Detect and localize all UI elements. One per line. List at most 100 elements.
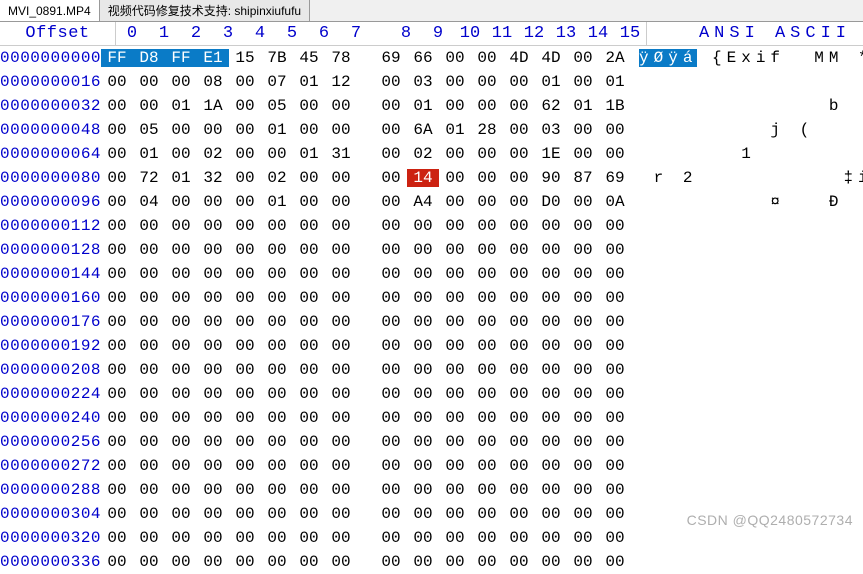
hex-cell[interactable]: 00 — [439, 529, 471, 547]
hex-cell[interactable]: 00 — [261, 481, 293, 499]
hex-cell[interactable]: 00 — [293, 457, 325, 475]
hex-row[interactable]: 0000000192000000000000000000000000000000… — [0, 334, 863, 358]
hex-cell[interactable]: 00 — [133, 529, 165, 547]
hex-row[interactable]: 0000000288000000000000000000000000000000… — [0, 478, 863, 502]
hex-cell[interactable]: 00 — [133, 313, 165, 331]
hex-cell[interactable]: 00 — [101, 121, 133, 139]
hex-row[interactable]: 0000000256000000000000000000000000000000… — [0, 430, 863, 454]
hex-cell[interactable]: 00 — [439, 193, 471, 211]
hex-cell[interactable]: 00 — [229, 289, 261, 307]
hex-cell[interactable]: 00 — [101, 337, 133, 355]
hex-cell[interactable]: 00 — [439, 73, 471, 91]
hex-cell[interactable]: 00 — [503, 505, 535, 523]
hex-cell[interactable]: 00 — [165, 409, 197, 427]
ascii-cell[interactable] — [631, 409, 863, 427]
hex-cell[interactable]: 00 — [567, 313, 599, 331]
hex-cell[interactable]: 00 — [567, 217, 599, 235]
hex-cell[interactable]: 00 — [197, 457, 229, 475]
hex-cell[interactable]: 00 — [375, 481, 407, 499]
hex-row[interactable]: 0000000272000000000000000000000000000000… — [0, 454, 863, 478]
hex-cell[interactable]: 00 — [101, 457, 133, 475]
hex-cell[interactable]: 01 — [407, 97, 439, 115]
hex-cell[interactable]: 00 — [261, 361, 293, 379]
hex-cell[interactable]: 00 — [229, 193, 261, 211]
hex-cell[interactable]: D0 — [535, 193, 567, 211]
hex-cell[interactable]: 00 — [261, 529, 293, 547]
hex-cell[interactable]: 00 — [503, 121, 535, 139]
hex-cell[interactable]: 00 — [535, 313, 567, 331]
hex-cell[interactable]: 00 — [407, 457, 439, 475]
hex-cell[interactable]: 00 — [165, 265, 197, 283]
hex-cell[interactable]: 00 — [503, 313, 535, 331]
hex-cell[interactable]: 00 — [261, 241, 293, 259]
hex-cell[interactable]: 00 — [293, 193, 325, 211]
hex-cell[interactable]: 00 — [375, 241, 407, 259]
hex-cell[interactable]: 00 — [599, 313, 631, 331]
hex-cell[interactable]: 01 — [133, 145, 165, 163]
hex-cell[interactable]: 00 — [325, 481, 357, 499]
hex-cell[interactable]: 00 — [325, 385, 357, 403]
hex-cell[interactable]: FF — [101, 49, 133, 67]
hex-cell[interactable]: 00 — [535, 481, 567, 499]
hex-cell[interactable]: 00 — [599, 385, 631, 403]
hex-cell[interactable]: 00 — [535, 217, 567, 235]
hex-cell[interactable]: 00 — [407, 217, 439, 235]
hex-cell[interactable]: 00 — [197, 361, 229, 379]
hex-cell[interactable]: 66 — [407, 49, 439, 67]
hex-cell[interactable]: 00 — [101, 481, 133, 499]
hex-cell[interactable]: 00 — [133, 265, 165, 283]
hex-cell[interactable]: 00 — [375, 361, 407, 379]
ascii-cell[interactable] — [631, 361, 863, 379]
hex-cell[interactable]: 00 — [439, 553, 471, 571]
hex-cell[interactable]: 69 — [599, 169, 631, 187]
hex-cell[interactable]: 00 — [471, 265, 503, 283]
hex-cell[interactable]: 00 — [229, 73, 261, 91]
hex-cell[interactable]: 00 — [229, 97, 261, 115]
hex-cell[interactable]: 00 — [503, 145, 535, 163]
hex-cell[interactable]: 00 — [197, 313, 229, 331]
tab-file-2[interactable]: 视频代码修复技术支持: shipinxiufufu — [100, 0, 310, 21]
hex-cell[interactable]: 00 — [567, 505, 599, 523]
ascii-cell[interactable] — [631, 241, 863, 259]
hex-cell[interactable]: 00 — [407, 337, 439, 355]
hex-cell[interactable]: 00 — [101, 193, 133, 211]
hex-cell[interactable]: 00 — [567, 49, 599, 67]
hex-cell[interactable]: 00 — [325, 289, 357, 307]
hex-cell[interactable]: 1B — [599, 97, 631, 115]
hex-cell[interactable]: 00 — [503, 193, 535, 211]
hex-cell[interactable]: 00 — [471, 337, 503, 355]
hex-cell[interactable]: 00 — [293, 433, 325, 451]
hex-cell[interactable]: 00 — [101, 73, 133, 91]
hex-cell[interactable]: 00 — [165, 313, 197, 331]
hex-cell[interactable]: 00 — [471, 97, 503, 115]
hex-cell[interactable]: 00 — [133, 73, 165, 91]
hex-cell[interactable]: 00 — [567, 121, 599, 139]
hex-cell[interactable]: 00 — [375, 121, 407, 139]
hex-cell[interactable]: 00 — [133, 289, 165, 307]
hex-cell[interactable]: 00 — [325, 433, 357, 451]
hex-cell[interactable]: 00 — [229, 313, 261, 331]
hex-cell[interactable]: 00 — [325, 313, 357, 331]
hex-cell[interactable]: 00 — [535, 289, 567, 307]
hex-cell[interactable]: 00 — [261, 145, 293, 163]
hex-cell[interactable]: 00 — [439, 481, 471, 499]
hex-cell[interactable]: 00 — [471, 49, 503, 67]
hex-cell[interactable]: 00 — [471, 529, 503, 547]
hex-cell[interactable]: 00 — [439, 385, 471, 403]
hex-cell[interactable]: 00 — [293, 169, 325, 187]
hex-cell[interactable]: 00 — [503, 385, 535, 403]
ascii-cell[interactable] — [631, 385, 863, 403]
hex-cell[interactable]: 00 — [471, 289, 503, 307]
hex-row[interactable]: 0000000240000000000000000000000000000000… — [0, 406, 863, 430]
hex-cell[interactable]: 00 — [535, 529, 567, 547]
hex-row[interactable]: 0000000336000000000000000000000000000000… — [0, 550, 863, 574]
hex-row[interactable]: 0000000064000100020000013100020000001E00… — [0, 142, 863, 166]
hex-cell[interactable]: 00 — [293, 121, 325, 139]
hex-cell[interactable]: 00 — [567, 241, 599, 259]
hex-cell[interactable]: 00 — [325, 97, 357, 115]
hex-cell[interactable]: 00 — [599, 145, 631, 163]
hex-cell[interactable]: 00 — [293, 409, 325, 427]
hex-cell[interactable]: 00 — [471, 457, 503, 475]
hex-cell[interactable]: 00 — [229, 241, 261, 259]
hex-cell[interactable]: 00 — [535, 265, 567, 283]
